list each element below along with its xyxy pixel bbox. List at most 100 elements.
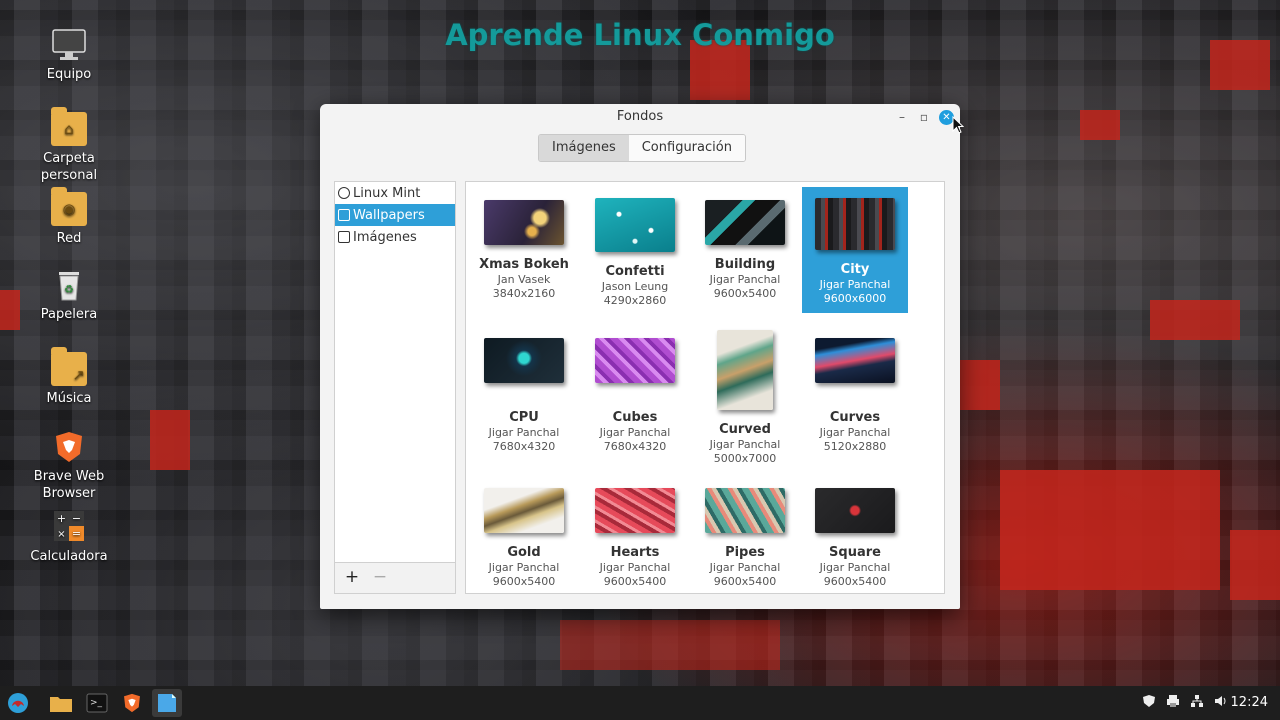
window-titlebar[interactable]: Fondos – ▫ ✕ [320,104,960,130]
wallpaper-resolution: 3840x2160 [492,287,556,300]
computer-icon [51,28,87,62]
maximize-button[interactable]: ▫ [916,109,932,125]
desktop-icon-carpeta-personal[interactable]: ⌂ Carpeta personal [24,107,114,184]
wallpaper-gallery: Xmas Bokeh Jan Vasek 3840x2160 Confetti … [465,181,945,594]
tab-imagenes[interactable]: Imágenes [539,135,629,161]
wallpaper-name: Cubes [612,410,658,425]
banner-title: Aprende Linux Conmigo [445,18,835,52]
wallpaper-thumbnail [815,488,895,533]
image-icon [338,231,350,243]
wallpaper-thumbnail [595,198,675,252]
wallpaper-name: Building [714,257,776,272]
clock[interactable]: 12:24 [1231,695,1268,710]
wallpaper-author: Jigar Panchal [819,561,891,574]
app-menu-button[interactable] [3,689,33,717]
home-folder-icon: ⌂ [51,107,87,146]
wallpaper-resolution: 9600x5400 [713,287,777,300]
wallpaper-author: Jigar Panchal [709,273,781,286]
system-tray [1142,686,1228,720]
network-folder-icon: ◉ [51,187,87,226]
wallpaper-resolution: 9600x5400 [823,575,887,588]
wallpaper-resolution: 9600x5400 [603,575,667,588]
taskbar-brave[interactable] [117,689,147,717]
taskbar-backgrounds[interactable] [152,689,182,717]
wallpaper-author: Jigar Panchal [488,561,560,574]
taskbar-files[interactable] [46,689,76,717]
svg-text:=: = [72,527,81,540]
remove-folder-button[interactable]: − [367,567,393,589]
wallpaper-author: Jason Leung [601,280,669,293]
wallpaper-square[interactable]: Square Jigar Panchal 9600x5400 [802,478,908,590]
wallpaper-pipes[interactable]: Pipes Jigar Panchal 9600x5400 [692,478,798,590]
wallpaper-city[interactable]: City Jigar Panchal 9600x6000 [802,187,908,313]
wallpaper-thumbnail [484,488,564,533]
wallpaper-gold[interactable]: Gold Jigar Panchal 9600x5400 [471,478,577,590]
desktop-icon-label: Carpeta personal [40,151,98,183]
desktop-icon-musica[interactable]: ↗ Música [24,347,114,407]
svg-text:−: − [72,512,81,525]
wallpaper-thumbnail [705,488,785,533]
desktop-icon-label: Papelera [40,307,98,322]
music-folder-icon: ↗ [51,347,87,386]
wallpaper-curved[interactable]: Curved Jigar Panchal 5000x7000 [692,328,798,468]
minimize-button[interactable]: – [894,109,910,125]
wallpaper-thumbnail [484,338,564,383]
sidebar-item-wallpapers[interactable]: Wallpapers [335,204,455,226]
trash-icon: ♻ [51,268,87,302]
desktop-icon-papelera[interactable]: ♻ Papelera [24,268,114,323]
wallpaper-confetti[interactable]: Confetti Jason Leung 4290x2860 [582,188,688,314]
brave-browser-icon [51,430,87,464]
wallpaper-thumbnail [815,338,895,383]
brave-browser-icon [124,693,140,713]
wallpaper-cpu[interactable]: CPU Jigar Panchal 7680x4320 [471,328,577,468]
desktop-icon-label: Equipo [46,67,92,82]
wallpaper-xmas-bokeh[interactable]: Xmas Bokeh Jan Vasek 3840x2160 [471,188,577,314]
wallpaper-building[interactable]: Building Jigar Panchal 9600x5400 [692,188,798,314]
wallpaper-cubes[interactable]: Cubes Jigar Panchal 7680x4320 [582,328,688,468]
svg-text:×: × [57,529,65,540]
wallpaper-name: Confetti [605,264,665,279]
tab-configuracion[interactable]: Configuración [628,135,745,161]
sidebar-item-linux-mint[interactable]: Linux Mint [335,182,455,204]
printer-icon[interactable] [1166,694,1180,712]
wallpaper-resolution: 7680x4320 [603,440,667,453]
shield-icon[interactable] [1142,694,1156,712]
wallpaper-resolution: 5120x2880 [823,440,887,453]
desktop-icon-calculadora[interactable]: + − × = Calculadora [24,510,114,565]
desktop-icon-label: Red [56,231,82,246]
wallpaper-thumbnail [717,330,773,410]
svg-text:♻: ♻ [64,283,74,296]
wallpaper-thumbnail [484,200,564,245]
volume-icon[interactable] [1214,694,1228,712]
wallpaper-hearts[interactable]: Hearts Jigar Panchal 9600x5400 [582,478,688,590]
wallpaper-name: Gold [507,545,541,560]
wallpaper-author: Jigar Panchal [819,426,891,439]
mint-logo-icon [338,187,350,199]
desktop-icon-equipo[interactable]: Equipo [24,28,114,83]
desktop-icon-label: Música [46,391,92,406]
terminal-icon: >_ [86,693,108,713]
wallpaper-curves[interactable]: Curves Jigar Panchal 5120x2880 [802,328,908,468]
sidebar-item-imagenes[interactable]: Imágenes [335,226,455,248]
wallpaper-author: Jigar Panchal [488,426,560,439]
collections-sidebar: Linux Mint Wallpapers Imágenes + − [334,181,456,594]
wallpaper-thumbnail [705,200,785,245]
sidebar-footer: + − [335,562,455,593]
taskbar-terminal[interactable]: >_ [82,689,112,717]
wallpaper-author: Jigar Panchal [599,561,671,574]
wallpaper-author: Jigar Panchal [709,561,781,574]
menu-icon [8,693,28,713]
wallpaper-name: City [840,262,870,277]
desktop-icon-red[interactable]: ◉ Red [24,187,114,247]
network-icon[interactable] [1190,694,1204,712]
add-folder-button[interactable]: + [339,567,365,589]
mouse-pointer-icon [952,116,964,134]
wallpaper-name: Hearts [610,545,660,560]
image-icon [338,209,350,221]
desktop-icon-brave[interactable]: Brave Web Browser [24,430,114,502]
wallpaper-name: Curves [829,410,881,425]
wallpaper-resolution: 9600x5400 [713,575,777,588]
wallpaper-name: Pipes [725,545,765,560]
wallpaper-name: CPU [509,410,539,425]
sidebar-item-label: Wallpapers [353,207,425,223]
